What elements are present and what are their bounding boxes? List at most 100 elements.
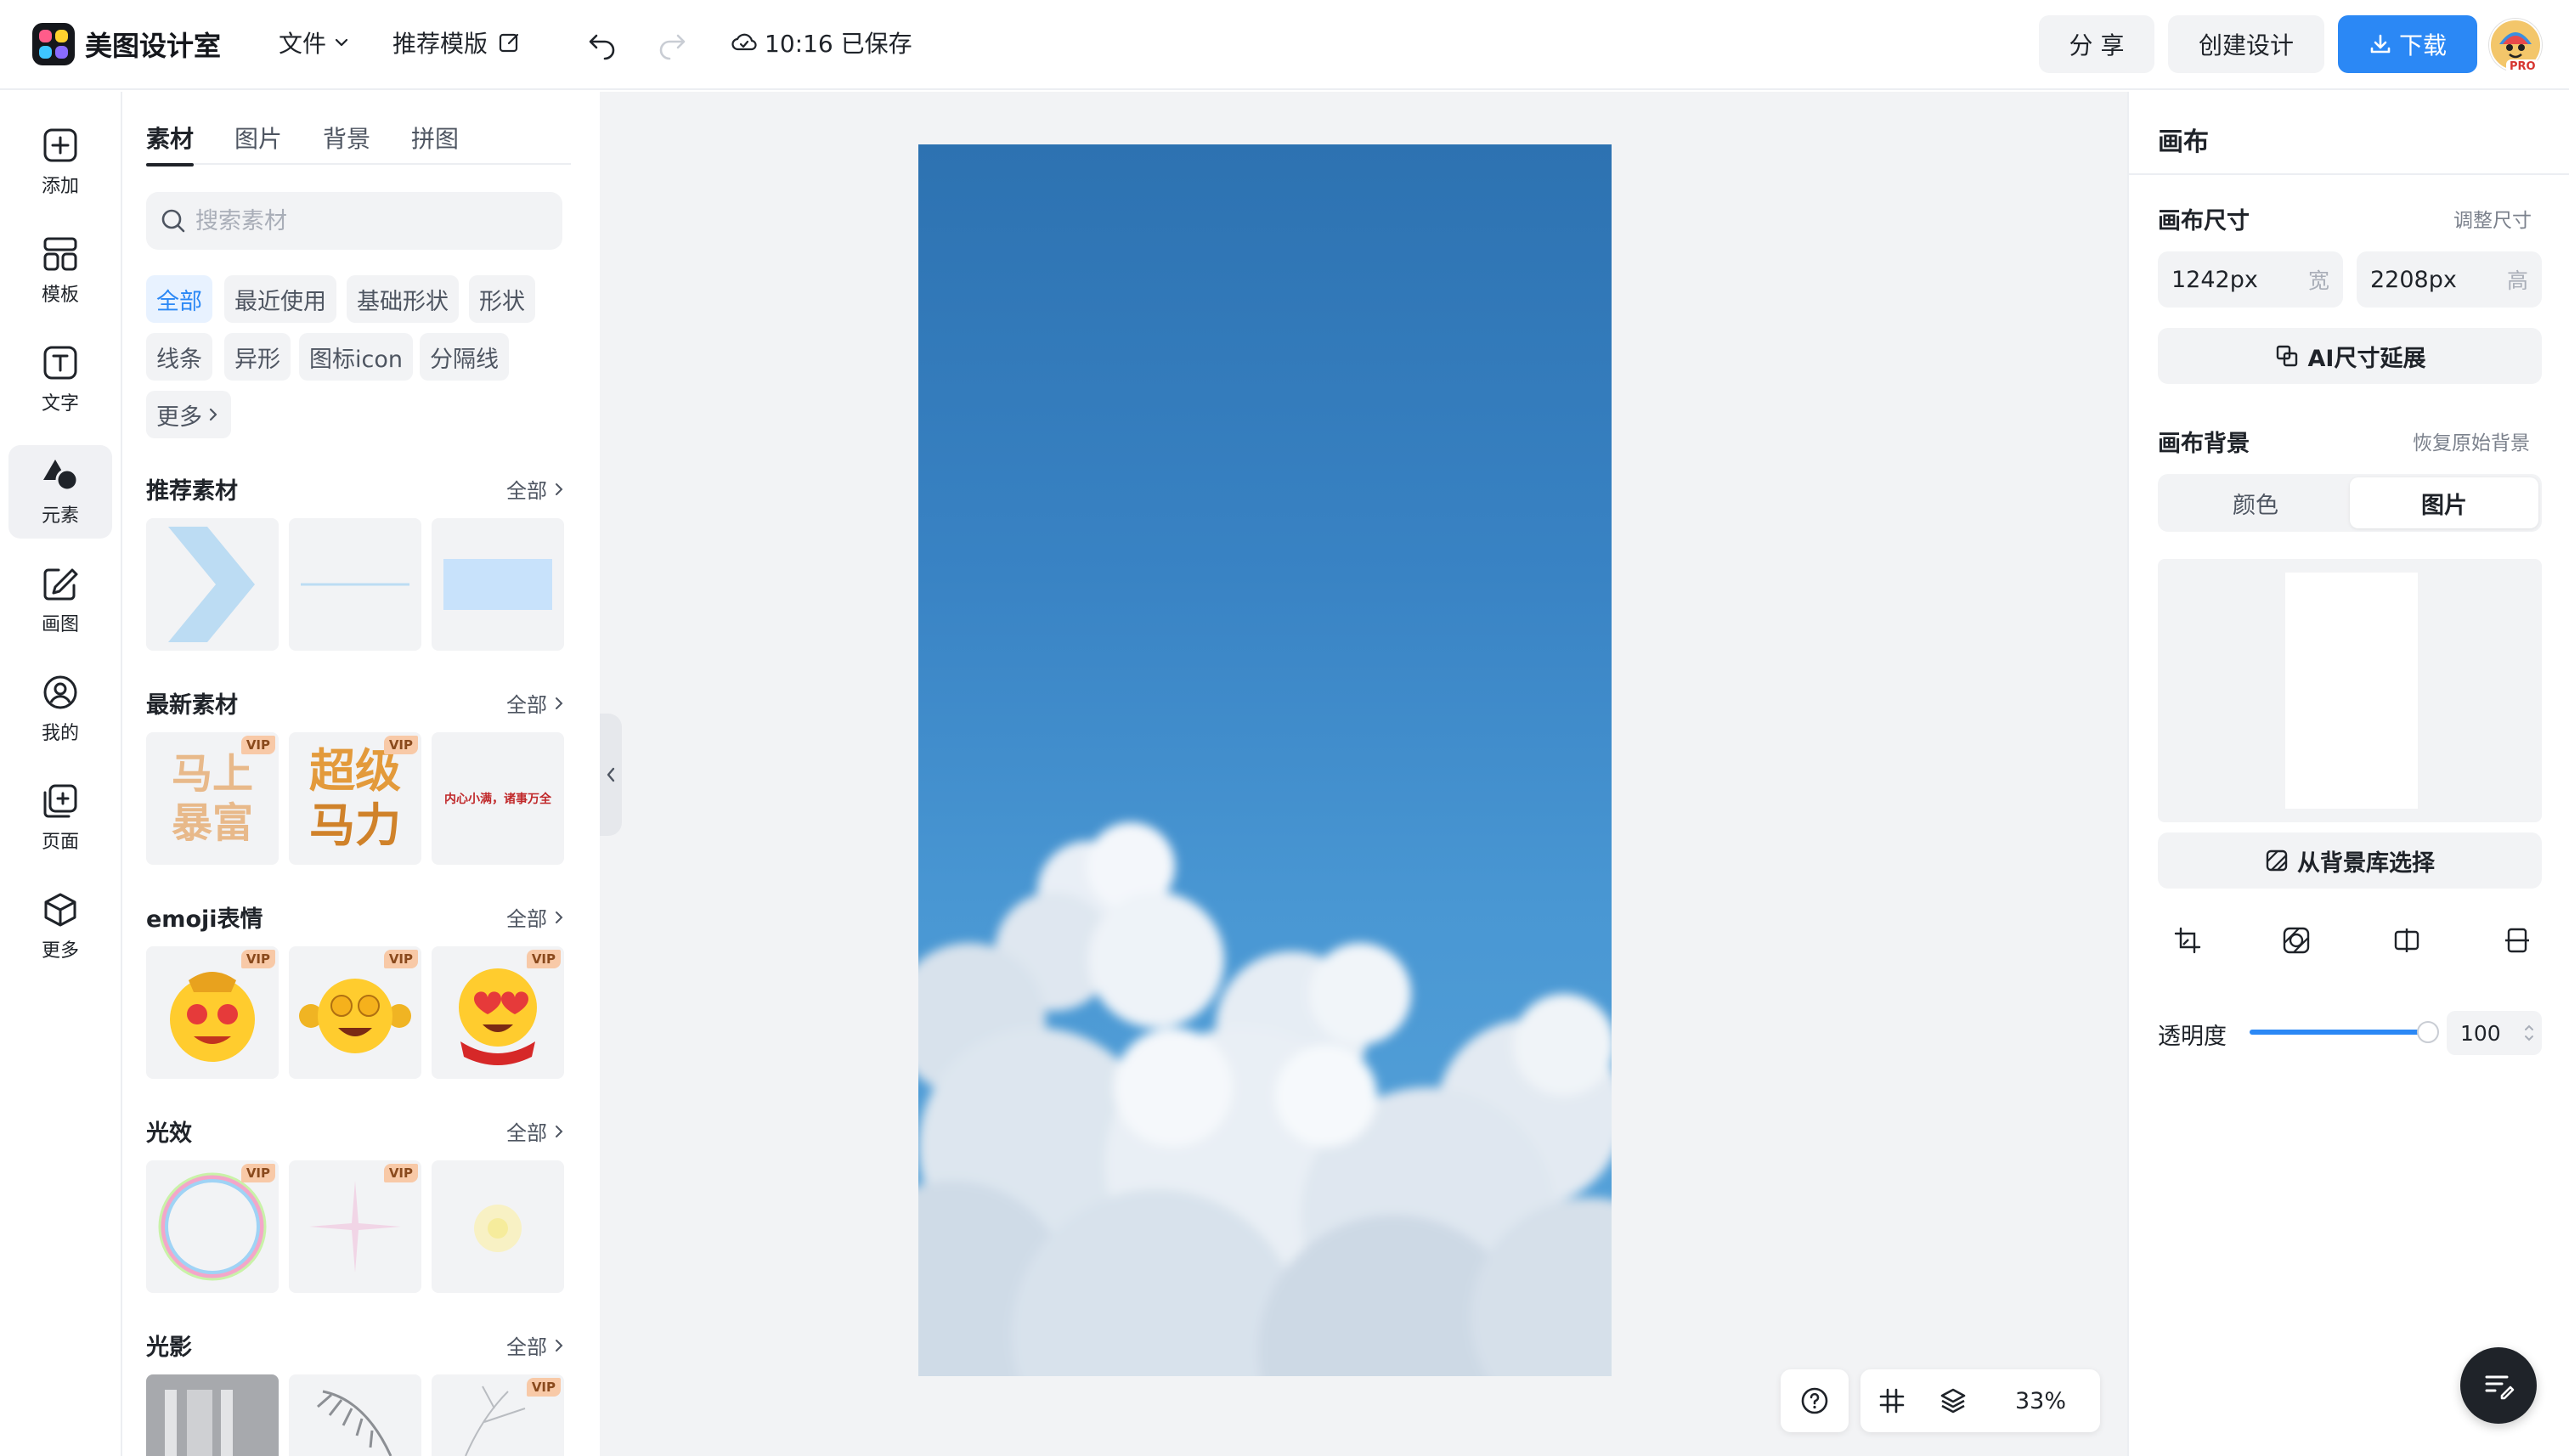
material-thumb[interactable]: VIP: [146, 946, 279, 1079]
category-all[interactable]: 全部: [146, 275, 212, 323]
tool-templates[interactable]: 模板: [8, 224, 112, 318]
zoom-level[interactable]: 33%: [2015, 1388, 2066, 1414]
material-thumb[interactable]: VIP: [432, 946, 564, 1079]
opacity-slider[interactable]: [2250, 1021, 2439, 1043]
tab-backgrounds[interactable]: 背景: [323, 121, 370, 155]
see-all-label: 全部: [506, 907, 547, 931]
opacity-slider-fill: [2250, 1030, 2428, 1035]
section-title: 光效: [146, 1120, 192, 1147]
material-thumb[interactable]: 内心小满，诸事万全: [432, 732, 564, 865]
download-button[interactable]: 下载: [2338, 15, 2477, 73]
grid-icon[interactable]: [1877, 1386, 1906, 1415]
tool-mine[interactable]: 我的: [8, 663, 112, 756]
tool-text[interactable]: 文字: [8, 333, 112, 426]
height-field[interactable]: 2208px 高: [2357, 251, 2542, 308]
vip-badge: VIP: [526, 950, 561, 968]
tool-draw[interactable]: 画图: [8, 554, 112, 647]
search-box[interactable]: [146, 192, 562, 250]
share-button[interactable]: 分 享: [2039, 15, 2154, 73]
section-title: 最新素材: [146, 692, 238, 719]
chevron-right-icon: [556, 1125, 563, 1137]
category-recent[interactable]: 最近使用: [224, 275, 336, 323]
see-all-link[interactable]: 全部: [506, 1330, 566, 1360]
material-thumb[interactable]: 马上 暴富 VIP: [146, 732, 279, 865]
see-all-link[interactable]: 全部: [506, 1116, 566, 1146]
create-design-button[interactable]: 创建设计: [2168, 15, 2324, 73]
active-tab-indicator: [146, 163, 194, 166]
undo-icon[interactable]: [586, 28, 618, 60]
file-menu[interactable]: 文件: [279, 25, 350, 59]
app-logo[interactable]: 美图设计室: [32, 23, 221, 65]
design-canvas[interactable]: [918, 144, 1612, 1376]
see-all-label: 全部: [506, 1121, 547, 1145]
tool-more[interactable]: 更多: [8, 880, 112, 973]
bg-preview[interactable]: [2158, 559, 2542, 822]
avatar[interactable]: PRO: [2489, 19, 2542, 75]
ai-extend-button[interactable]: AI尺寸延展: [2158, 328, 2542, 384]
material-thumb[interactable]: VIP: [432, 1374, 564, 1456]
search-input[interactable]: [195, 207, 552, 234]
material-thumb[interactable]: [289, 518, 421, 651]
category-lines[interactable]: 线条: [146, 333, 212, 381]
opacity-slider-handle[interactable]: [2417, 1021, 2439, 1043]
save-status: 10:16 已保存: [731, 25, 912, 59]
material-thumb[interactable]: [289, 1374, 421, 1456]
redo-icon[interactable]: [656, 28, 688, 60]
material-thumb[interactable]: [146, 1374, 279, 1456]
resize-link[interactable]: 调整尺寸: [2453, 204, 2532, 233]
material-thumb[interactable]: VIP: [146, 1160, 279, 1293]
material-thumb[interactable]: [432, 518, 564, 651]
tab-images[interactable]: 图片: [234, 121, 282, 155]
material-thumb[interactable]: VIP: [289, 1160, 421, 1293]
tool-elements[interactable]: 元素: [8, 445, 112, 539]
flip-horizontal-icon[interactable]: [2392, 926, 2421, 955]
see-all-link[interactable]: 全部: [506, 688, 566, 718]
bg-tab-image[interactable]: 图片: [2350, 477, 2538, 528]
templates-link[interactable]: 推荐模版: [392, 25, 522, 59]
stepper-icon[interactable]: [2523, 1021, 2535, 1045]
material-thumb[interactable]: [146, 518, 279, 651]
see-all-link[interactable]: 全部: [506, 474, 566, 504]
palm-leaf-shadow: [317, 1390, 392, 1456]
help-control[interactable]: [1781, 1369, 1849, 1432]
layers-icon[interactable]: [1939, 1386, 1968, 1415]
flip-vertical-icon[interactable]: [2503, 926, 2532, 955]
file-menu-label: 文件: [279, 30, 327, 58]
chevron-right-icon: [209, 408, 217, 421]
template-icon: [43, 237, 77, 271]
download-icon: [2370, 34, 2391, 54]
material-thumb[interactable]: 超级 马力 VIP: [289, 732, 421, 865]
see-all-link[interactable]: 全部: [506, 902, 566, 932]
panel-title: 画布: [2158, 127, 2209, 157]
tool-pages[interactable]: 页面: [8, 771, 112, 865]
category-irregular[interactable]: 异形: [224, 333, 291, 381]
tool-add[interactable]: 添加: [8, 116, 112, 209]
material-thumb[interactable]: [432, 1160, 564, 1293]
restore-bg-link[interactable]: 恢复原始背景: [2413, 426, 2530, 455]
vip-badge: VIP: [240, 736, 275, 754]
filter-icon[interactable]: [2282, 926, 2311, 955]
quick-actions-button[interactable]: [2460, 1347, 2537, 1424]
materials-panel: 素材 图片 背景 拼图 全部 最近使用 基础形状 形状 线条 异形 图标icon…: [124, 92, 600, 1456]
bg-library-button[interactable]: 从背景库选择: [2158, 832, 2542, 889]
crop-icon[interactable]: [2173, 926, 2202, 955]
materials-tabs: 素材 图片 背景 拼图: [146, 121, 571, 166]
category-icons[interactable]: 图标icon: [299, 333, 413, 381]
category-basic-shapes[interactable]: 基础形状: [347, 275, 459, 323]
vip-badge: VIP: [383, 1164, 418, 1182]
category-more[interactable]: 更多: [146, 391, 231, 438]
opacity-input[interactable]: 100: [2447, 1011, 2542, 1055]
templates-link-label: 推荐模版: [392, 30, 488, 58]
width-field[interactable]: 1242px 宽: [2158, 251, 2343, 308]
edit-icon: [499, 33, 519, 53]
category-shapes[interactable]: 形状: [469, 275, 535, 323]
tab-materials[interactable]: 素材: [146, 121, 194, 155]
search-icon: [161, 209, 185, 233]
bg-tab-color[interactable]: 颜色: [2161, 477, 2350, 528]
collapse-panel-button[interactable]: [600, 714, 622, 836]
vip-badge: VIP: [240, 1164, 275, 1182]
tool-elements-label: 元素: [41, 505, 79, 527]
tab-collage[interactable]: 拼图: [411, 121, 459, 155]
material-thumb[interactable]: VIP: [289, 946, 421, 1079]
category-dividers[interactable]: 分隔线: [420, 333, 509, 381]
